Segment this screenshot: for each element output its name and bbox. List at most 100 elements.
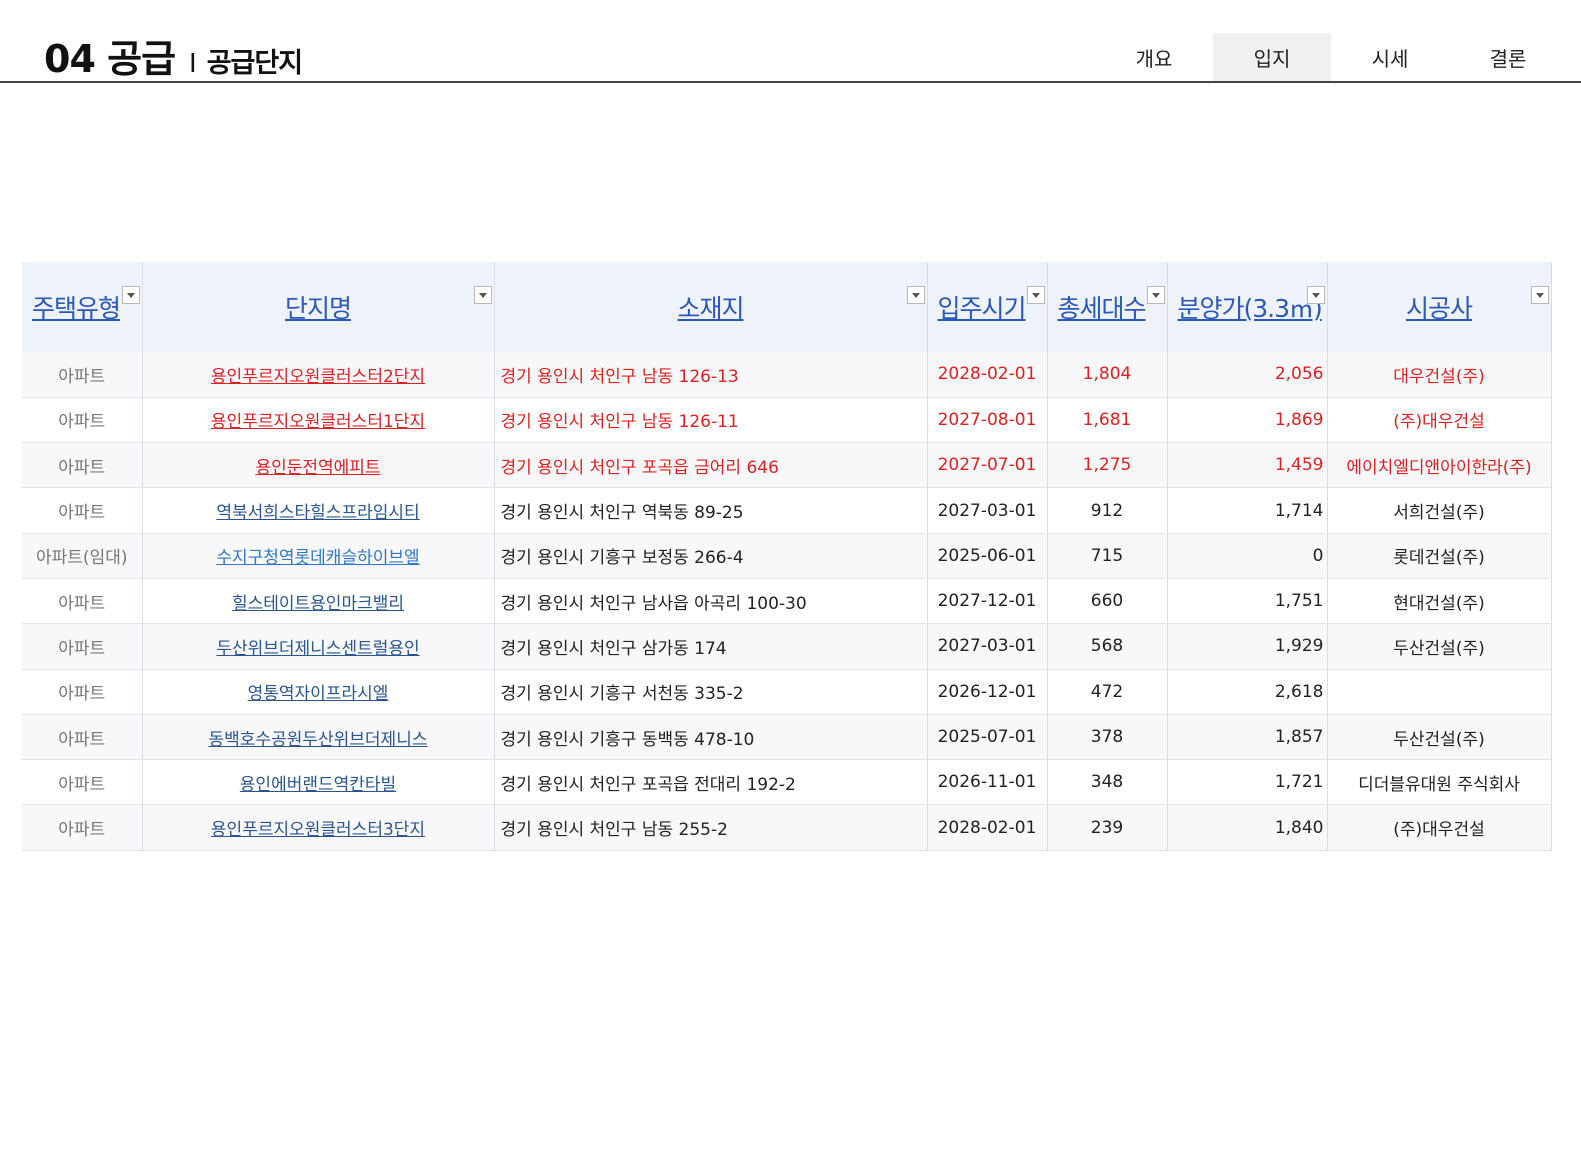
column-header-address[interactable]: 소재지 — [494, 262, 928, 352]
title-sub: 공급단지 — [206, 48, 303, 79]
tab-overview[interactable]: 개요 — [1095, 33, 1213, 81]
cell-housing-type: 아파트 — [22, 352, 143, 398]
complex-name-link[interactable]: 역북서희스타힐스프라임시티 — [216, 503, 419, 523]
cell-housing-type: 아파트 — [22, 804, 143, 851]
cell-housing-type: 아파트 — [22, 759, 143, 806]
cell-address: 경기 용인시 처인구 남사읍 아곡리 100-30 — [494, 578, 928, 625]
title-separator: I — [189, 49, 197, 79]
cell-sale-price: 1,857 — [1167, 714, 1328, 761]
column-header-housing-type[interactable]: 주택유형 — [22, 262, 143, 352]
cell-sale-price: 1,459 — [1167, 442, 1328, 489]
cell-sale-price: 1,721 — [1167, 759, 1328, 806]
cell-builder: 디더블유대원 주식회사 — [1327, 759, 1552, 806]
cell-address: 경기 용인시 기흥구 서천동 335-2 — [494, 669, 928, 715]
cell-address: 경기 용인시 처인구 역북동 89-25 — [494, 487, 928, 534]
cell-housing-type: 아파트 — [22, 487, 143, 534]
table-row: 아파트 힐스테이트용인마크밸리 경기 용인시 처인구 남사읍 아곡리 100-30 2… — [22, 578, 1552, 625]
filter-dropdown-icon[interactable] — [473, 286, 492, 304]
cell-complex-name: 영통역자이프라시엘 — [142, 669, 495, 715]
cell-total-units: 1,275 — [1047, 442, 1168, 489]
page-header: 04 공급 I 공급단지 개요 입지 시세 결론 — [0, 0, 1581, 83]
filter-dropdown-icon[interactable] — [121, 286, 140, 304]
cell-housing-type: 아파트 — [22, 442, 143, 489]
table-row: 아파트 두산위브더제니스센트럴용인 경기 용인시 처인구 삼가동 174 2027-0… — [22, 623, 1552, 670]
cell-sale-price: 2,056 — [1167, 352, 1328, 398]
cell-move-in: 2026-12-01 — [927, 669, 1048, 715]
complex-name-link[interactable]: 용인푸르지오원클러스터1단지 — [211, 412, 425, 432]
cell-address: 경기 용인시 처인구 남동 126-13 — [494, 352, 928, 398]
column-header-complex-name[interactable]: 단지명 — [142, 262, 495, 352]
cell-housing-type: 아파트 — [22, 714, 143, 761]
cell-complex-name: 힐스테이트용인마크밸리 — [142, 578, 495, 625]
cell-move-in: 2027-03-01 — [927, 487, 1048, 534]
tab-market-price[interactable]: 시세 — [1331, 33, 1449, 81]
cell-housing-type: 아파트 — [22, 397, 143, 444]
cell-address: 경기 용인시 처인구 포곡읍 전대리 192-2 — [494, 759, 928, 806]
filter-dropdown-icon[interactable] — [1026, 286, 1045, 304]
complex-name-link[interactable]: 힐스테이트용인마크밸리 — [232, 594, 404, 614]
column-header-total-units[interactable]: 총세대수 — [1047, 262, 1168, 352]
cell-total-units: 472 — [1047, 669, 1168, 715]
filter-dropdown-icon[interactable] — [1306, 286, 1325, 304]
cell-builder: 두산건설(주) — [1327, 714, 1552, 761]
sort-filter-icon[interactable] — [1146, 286, 1165, 304]
table-row: 아파트 동백호수공원두산위브더제니스 경기 용인시 기흥구 동백동 478-10 20… — [22, 714, 1552, 761]
cell-address: 경기 용인시 기흥구 동백동 478-10 — [494, 714, 928, 761]
complex-name-link[interactable]: 동백호수공원두산위브더제니스 — [209, 730, 428, 750]
table-row: 아파트 역북서희스타힐스프라임시티 경기 용인시 처인구 역북동 89-25 2027… — [22, 487, 1552, 534]
table-row: 아파트 용인푸르지오원클러스터1단지 경기 용인시 처인구 남동 126-11 202… — [22, 397, 1552, 444]
tab-location[interactable]: 입지 — [1213, 33, 1331, 81]
complex-name-link[interactable]: 용인푸르지오원클러스터3단지 — [211, 820, 425, 840]
cell-move-in: 2026-11-01 — [927, 759, 1048, 806]
cell-total-units: 348 — [1047, 759, 1168, 806]
cell-move-in: 2027-08-01 — [927, 397, 1048, 444]
cell-total-units: 239 — [1047, 804, 1168, 851]
cell-builder: 롯데건설(주) — [1327, 533, 1552, 579]
page-title: 04 공급 I 공급단지 — [44, 28, 303, 83]
complex-name-link[interactable]: 용인푸르지오원클러스터2단지 — [211, 367, 425, 387]
cell-total-units: 912 — [1047, 487, 1168, 534]
cell-move-in: 2025-07-01 — [927, 714, 1048, 761]
cell-builder: 현대건설(주) — [1327, 578, 1552, 625]
cell-builder: 서희건설(주) — [1327, 487, 1552, 534]
column-header-sale-price[interactable]: 분양가(3.3㎡) — [1167, 262, 1328, 352]
table-row: 아파트 용인푸르지오원클러스터2단지 경기 용인시 처인구 남동 126-13 202… — [22, 352, 1552, 398]
cell-housing-type: 아파트(임대) — [22, 533, 143, 579]
cell-builder: 대우건설(주) — [1327, 352, 1552, 398]
cell-address: 경기 용인시 처인구 남동 255-2 — [494, 804, 928, 851]
cell-builder: 두산건설(주) — [1327, 623, 1552, 670]
complex-name-link[interactable]: 용인둔전역에피트 — [255, 458, 380, 478]
tab-conclusion[interactable]: 결론 — [1449, 33, 1567, 81]
cell-move-in: 2027-03-01 — [927, 623, 1048, 670]
cell-housing-type: 아파트 — [22, 578, 143, 625]
column-header-move-in[interactable]: 입주시기 — [927, 262, 1048, 352]
filter-dropdown-icon[interactable] — [1530, 286, 1549, 304]
complex-name-link[interactable]: 용인에버랜드역칸타빌 — [240, 775, 396, 795]
column-header-builder[interactable]: 시공사 — [1327, 262, 1552, 352]
cell-total-units: 378 — [1047, 714, 1168, 761]
title-main: 04 공급 — [44, 37, 176, 81]
cell-total-units: 660 — [1047, 578, 1168, 625]
table-row: 아파트(임대) 수지구청역롯데캐슬하이브엘 경기 용인시 기흥구 보정동 266-4… — [22, 533, 1552, 579]
cell-housing-type: 아파트 — [22, 623, 143, 670]
table-row: 아파트 용인에버랜드역칸타빌 경기 용인시 처인구 포곡읍 전대리 192-2 202… — [22, 759, 1552, 806]
cell-address: 경기 용인시 기흥구 보정동 266-4 — [494, 533, 928, 579]
cell-builder: (주)대우건설 — [1327, 804, 1552, 851]
cell-complex-name: 용인푸르지오원클러스터3단지 — [142, 804, 495, 851]
cell-sale-price: 1,869 — [1167, 397, 1328, 444]
cell-move-in: 2027-07-01 — [927, 442, 1048, 489]
cell-builder: 에이치엘디앤아이한라(주) — [1327, 442, 1552, 489]
cell-complex-name: 수지구청역롯데캐슬하이브엘 — [142, 533, 495, 579]
cell-total-units: 715 — [1047, 533, 1168, 579]
cell-complex-name: 용인푸르지오원클러스터2단지 — [142, 352, 495, 398]
cell-complex-name: 동백호수공원두산위브더제니스 — [142, 714, 495, 761]
filter-dropdown-icon[interactable] — [906, 286, 925, 304]
complex-name-link[interactable]: 두산위브더제니스센트럴용인 — [216, 639, 419, 659]
cell-complex-name: 용인푸르지오원클러스터1단지 — [142, 397, 495, 444]
supply-complex-table: 주택유형 단지명 소재지 입주시기 총세대수 분양가(3.3㎡) 시공사 아파트… — [22, 262, 1552, 851]
table-row: 아파트 용인푸르지오원클러스터3단지 경기 용인시 처인구 남동 255-2 2028… — [22, 804, 1552, 851]
complex-name-link[interactable]: 영통역자이프라시엘 — [248, 684, 389, 704]
cell-complex-name: 용인에버랜드역칸타빌 — [142, 759, 495, 806]
complex-name-link[interactable]: 수지구청역롯데캐슬하이브엘 — [216, 548, 419, 568]
cell-complex-name: 두산위브더제니스센트럴용인 — [142, 623, 495, 670]
